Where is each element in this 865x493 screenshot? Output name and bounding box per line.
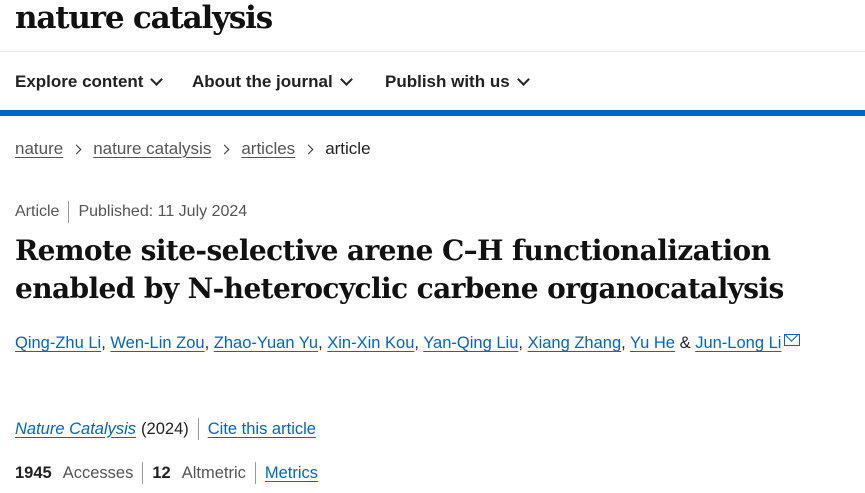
nav-publish-with-us[interactable]: Publish with us: [385, 72, 530, 92]
author-link[interactable]: Zhao-Yuan Yu: [214, 334, 318, 352]
author-separator: ,: [101, 334, 106, 352]
article-type: Article: [15, 203, 60, 220]
breadcrumb-nature-catalysis[interactable]: nature catalysis: [93, 139, 211, 159]
citation-line: Nature Catalysis (2024) Cite this articl…: [15, 418, 316, 440]
article-meta: Article Published: 11 July 2024: [15, 201, 247, 223]
nav-explore-content[interactable]: Explore content: [15, 72, 164, 92]
accesses-count: 1945: [15, 463, 52, 482]
nav-label: About the journal: [192, 72, 333, 91]
chevron-down-icon: [150, 72, 164, 86]
divider: [197, 418, 199, 440]
publication-year: (2024): [141, 419, 189, 438]
author-separator: ,: [518, 334, 523, 352]
journal-link[interactable]: Nature Catalysis: [15, 420, 136, 439]
chevron-right-icon: [219, 144, 230, 154]
article-metrics: 1945 Accesses 12 Altmetric Metrics: [15, 462, 318, 484]
author-separator: ,: [621, 334, 626, 352]
nav-divider: [0, 110, 865, 116]
corresponding-author-link[interactable]: Jun-Long Li: [695, 334, 781, 352]
divider: [254, 462, 256, 484]
publish-date: Published: 11 July 2024: [78, 203, 248, 220]
author-link[interactable]: Wen-Lin Zou: [110, 334, 204, 352]
divider: [68, 201, 70, 223]
author-link[interactable]: Yan-Qing Liu: [423, 334, 518, 352]
journal-logo[interactable]: nature catalysis: [15, 0, 273, 36]
nav-about-journal[interactable]: About the journal: [192, 72, 353, 92]
breadcrumb-current: article: [325, 139, 371, 158]
nav-label: Explore content: [15, 72, 144, 91]
masthead: nature catalysis: [0, 0, 865, 52]
author-link[interactable]: Xin-Xin Kou: [327, 334, 414, 352]
chevron-right-icon: [71, 144, 82, 154]
altmetric-count: 12: [152, 463, 171, 482]
altmetric-label: Altmetric: [181, 463, 246, 482]
author-separator: ,: [414, 334, 419, 352]
breadcrumb: nature nature catalysis articles article: [15, 139, 371, 159]
author-list: Qing-Zhu Li, Wen-Lin Zou, Zhao-Yuan Yu, …: [15, 334, 801, 353]
email-icon[interactable]: [784, 334, 801, 346]
chevron-down-icon: [339, 72, 353, 86]
chevron-right-icon: [303, 144, 314, 154]
author-separator: ,: [318, 334, 323, 352]
main-nav: Explore content About the journal Publis…: [0, 52, 865, 110]
breadcrumb-nature[interactable]: nature: [15, 139, 63, 159]
cite-article-link[interactable]: Cite this article: [208, 420, 316, 439]
author-link[interactable]: Qing-Zhu Li: [15, 334, 101, 352]
article-title: Remote site-selective arene C–H function…: [15, 234, 784, 305]
author-link[interactable]: Xiang Zhang: [528, 334, 622, 352]
metrics-link[interactable]: Metrics: [265, 464, 318, 483]
author-link[interactable]: Yu He: [630, 334, 675, 352]
nav-label: Publish with us: [385, 72, 510, 91]
author-ampersand: &: [679, 334, 691, 352]
breadcrumb-articles[interactable]: articles: [241, 139, 295, 159]
accesses-label: Accesses: [62, 463, 134, 482]
divider: [142, 462, 144, 484]
author-separator: ,: [204, 334, 210, 352]
chevron-down-icon: [516, 72, 530, 86]
